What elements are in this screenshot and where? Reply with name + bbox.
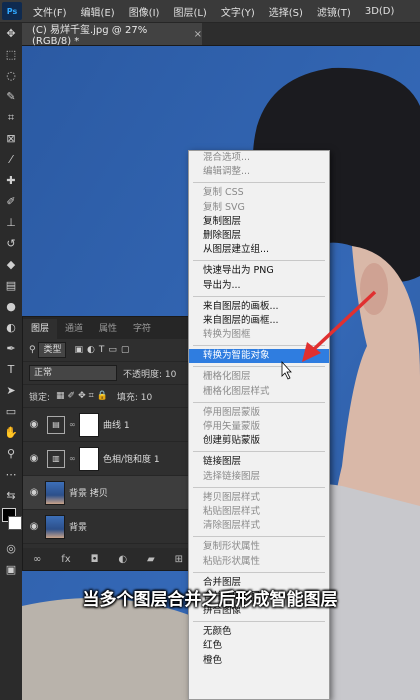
video-subtitle: 当多个图层合并之后形成智能图层 xyxy=(82,590,338,610)
annotation-arrow-icon xyxy=(311,290,377,352)
mouse-cursor-icon xyxy=(281,360,292,380)
